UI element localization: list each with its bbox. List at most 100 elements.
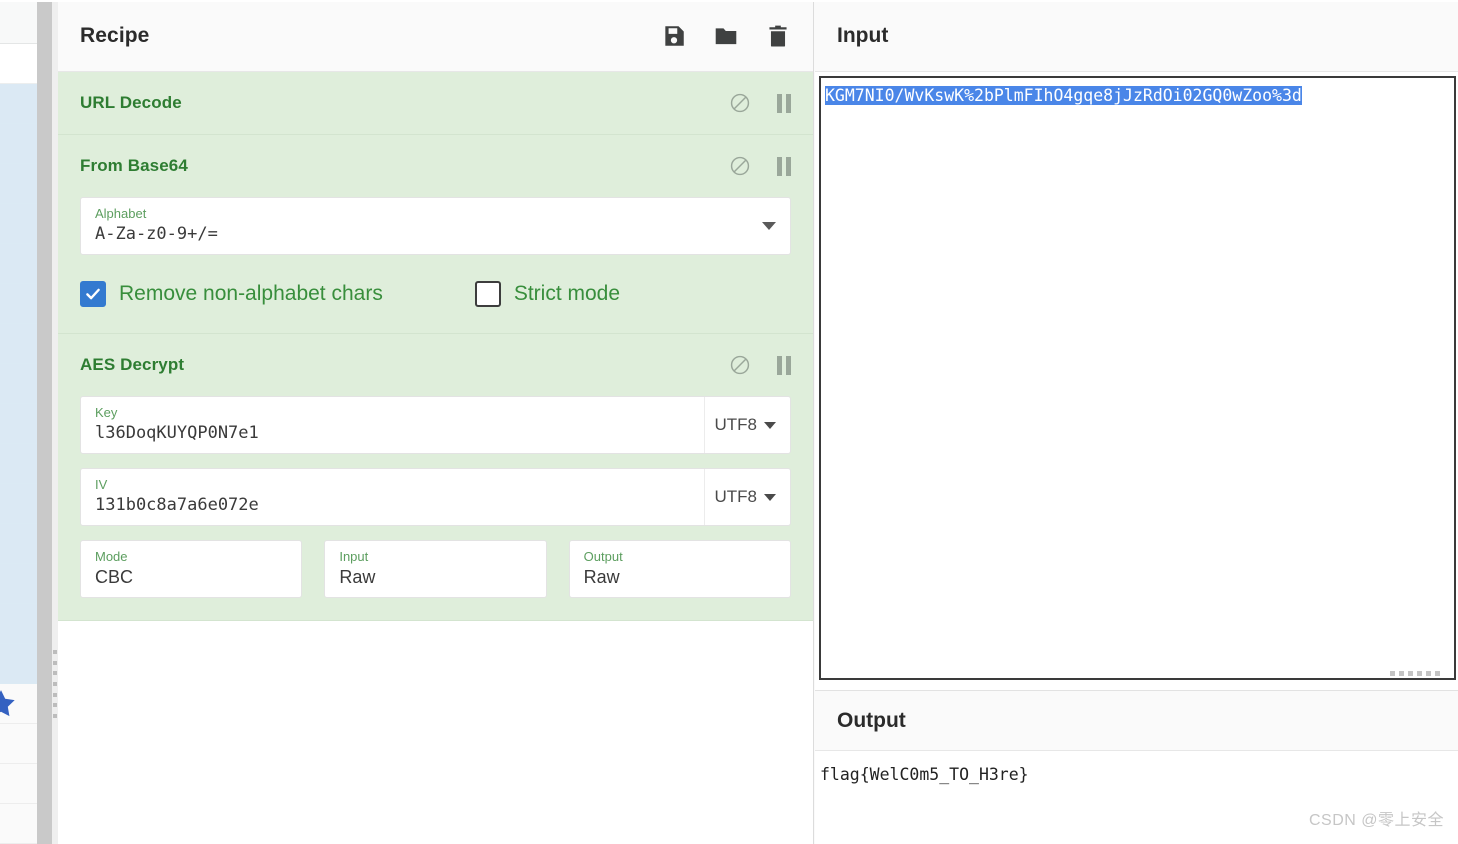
operation-title: AES Decrypt [80,355,185,374]
input-selected-text[interactable]: KGM7NI0/WvKswK%2bPlmFIhO4gqe8jJzRdOi02GQ… [825,86,1302,105]
watermark: CSDN @零上安全 [1308,812,1444,829]
operation-list-item[interactable] [0,244,37,284]
operation-body: Alphabet A-Za-z0-9+/= Remove non-alphabe… [58,197,813,333]
operation-list-item[interactable] [0,164,37,204]
operation-list-item[interactable] [0,724,37,764]
iv-field-main[interactable]: IV 131b0c8a7a6e072e [81,469,704,525]
recipe-panel: Recipe URL Decode From Base64 Alphabet A… [58,0,814,844]
save-icon[interactable] [661,23,687,49]
operation-list-item[interactable] [0,404,37,444]
operations-header [0,0,37,44]
iv-field[interactable]: IV 131b0c8a7a6e072e UTF8 [80,468,791,526]
operation-list-item[interactable] [0,564,37,604]
chevron-down-icon[interactable] [762,222,776,230]
recipe-actions [661,23,791,49]
trash-icon[interactable] [765,23,791,49]
aes-input-field-main[interactable]: Input Raw [325,541,545,597]
iv-encoding-select[interactable]: UTF8 [703,469,791,525]
grip-dot [53,650,57,654]
recipe-title: Recipe [80,23,150,47]
grip-dot [53,703,57,708]
operation-title: URL Decode [80,93,182,112]
aes-input-value[interactable]: Raw [339,566,533,588]
operation-header: URL Decode [58,72,813,134]
operation-list-item[interactable] [0,524,37,564]
grip-dot [53,692,57,697]
output-text-content[interactable]: flag{WelC0m5_TO_H3re} [815,751,1458,785]
mode-value[interactable]: CBC [95,566,289,588]
iv-encoding-label: UTF8 [714,487,758,506]
base64-options: Remove non-alphabet chars Strict mode [80,281,791,311]
alphabet-value[interactable]: A-Za-z0-9+/= [95,223,750,245]
grip-dot [1435,671,1440,676]
mode-field[interactable]: Mode CBC [80,540,303,598]
checkbox-box-checked[interactable] [80,281,106,307]
pause-icon[interactable] [777,355,791,375]
alphabet-field[interactable]: Alphabet A-Za-z0-9+/= [80,197,791,255]
disable-icon[interactable] [729,354,751,376]
chevron-down-icon [764,421,776,429]
operation-list-item[interactable] [0,204,37,244]
operation-controls [729,92,791,114]
check-icon [86,288,100,300]
alphabet-label: Alphabet [95,206,147,221]
pause-icon[interactable] [777,93,791,113]
key-field[interactable]: Key l36DoqKUYQP0N7e1 UTF8 [80,396,791,454]
alphabet-field-main[interactable]: Alphabet A-Za-z0-9+/= [81,198,762,254]
operation-aes-decrypt[interactable]: AES Decrypt Key l36DoqKUYQP0N7e1 UTF8 IV… [58,334,813,621]
mode-field-main[interactable]: Mode CBC [81,541,301,597]
grip-dot [53,671,57,676]
operation-list-item[interactable] [0,84,37,124]
operation-list-item[interactable] [0,644,37,684]
input-text-content[interactable]: KGM7NI0/WvKswK%2bPlmFIhO4gqe8jJzRdOi02GQ… [821,78,1454,106]
grip-dot [1399,671,1404,676]
checkbox-label: Remove non-alphabet chars [119,282,383,305]
key-value[interactable]: l36DoqKUYQP0N7e1 [95,422,692,444]
operation-list-item[interactable] [0,324,37,364]
key-encoding-select[interactable]: UTF8 [703,397,791,453]
operation-list-item[interactable] [0,364,37,404]
operation-list-item[interactable] [0,444,37,484]
star-icon [0,690,15,717]
iv-label: IV [95,477,108,492]
folder-icon[interactable] [713,23,739,49]
checkbox-box-unchecked[interactable] [474,281,501,307]
operation-controls [729,155,791,177]
aes-input-field[interactable]: Input Raw [324,540,547,598]
vertical-splitter[interactable] [37,0,52,844]
operation-title: From Base64 [80,156,188,175]
operation-favourite-item[interactable] [0,684,37,724]
operations-list[interactable] [0,84,37,844]
key-encoding-label: UTF8 [714,415,758,434]
operation-list-item[interactable] [0,124,37,164]
operation-list-item[interactable] [0,764,37,804]
recipe-drop-area[interactable] [58,621,813,751]
operation-url-decode[interactable]: URL Decode [58,72,813,135]
aes-output-field-main[interactable]: Output Raw [570,541,790,597]
key-field-main[interactable]: Key l36DoqKUYQP0N7e1 [81,397,704,453]
operation-list-item[interactable] [0,804,37,844]
operation-header: From Base64 [58,135,813,197]
operation-list-item[interactable] [0,484,37,524]
operation-list-item[interactable] [0,284,37,324]
strict-mode-checkbox[interactable]: Strict mode [474,281,620,307]
operation-list-item[interactable] [0,604,37,644]
operation-from-base64[interactable]: From Base64 Alphabet A-Za-z0-9+/= Remove… [58,135,813,334]
grip-dot [53,713,57,718]
output-title: Output [837,708,906,732]
grip-dot [1417,671,1422,676]
top-edge [0,0,1458,2]
disable-icon[interactable] [729,155,751,177]
grip-dot [1390,671,1395,676]
io-column: Input KGM7NI0/WvKswK%2bPlmFIhO4gqe8jJzRd… [815,0,1458,844]
aes-output-field[interactable]: Output Raw [568,540,791,598]
input-resize-handle[interactable] [1390,668,1452,676]
disable-icon[interactable] [729,92,751,114]
aes-output-value[interactable]: Raw [584,566,778,588]
input-textarea[interactable]: KGM7NI0/WvKswK%2bPlmFIhO4gqe8jJzRdOi02GQ… [819,76,1456,680]
operation-header: AES Decrypt [58,334,813,396]
operations-search-input[interactable] [0,44,37,84]
iv-value[interactable]: 131b0c8a7a6e072e [95,494,692,516]
remove-non-alphabet-chars-checkbox[interactable]: Remove non-alphabet chars [80,281,383,307]
pause-icon[interactable] [777,156,791,176]
